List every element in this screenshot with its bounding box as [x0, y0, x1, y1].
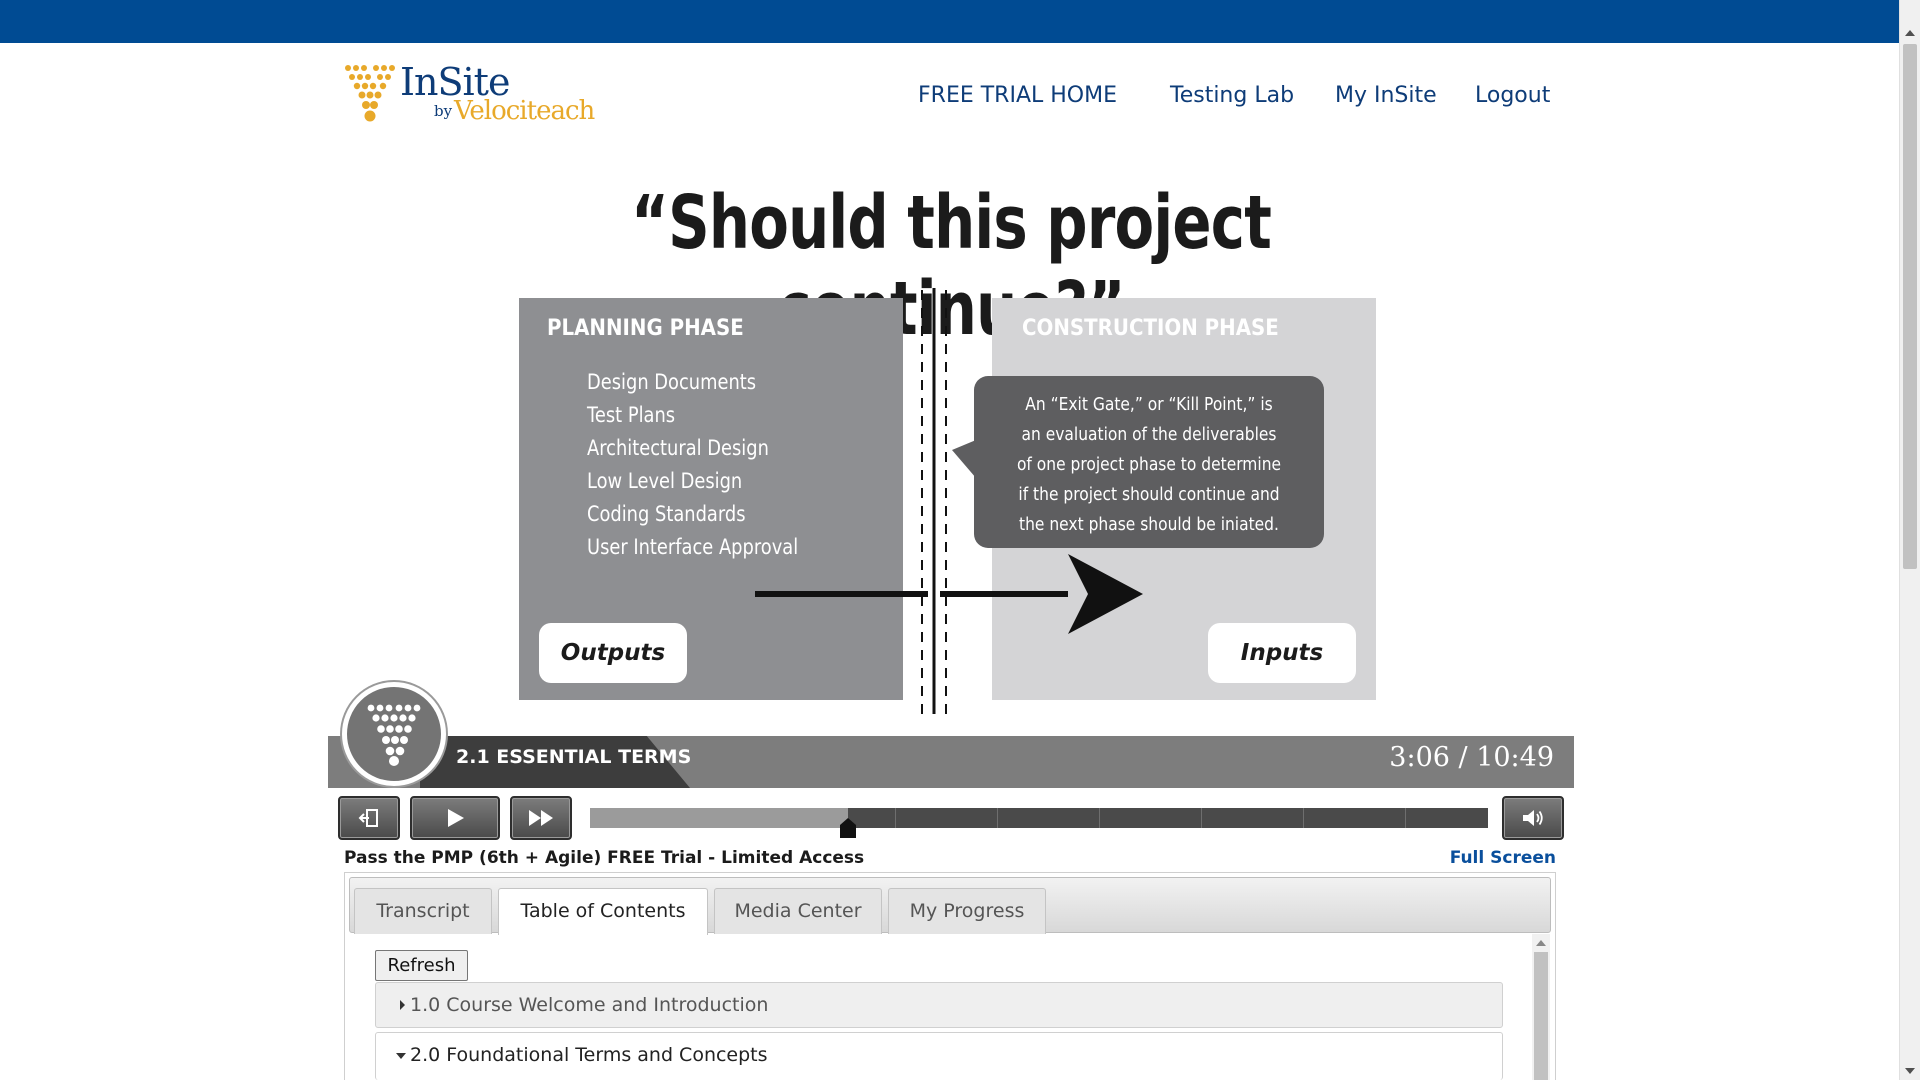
toc-section-label: 1.0 Course Welcome and Introduction: [410, 994, 769, 1016]
exit-button[interactable]: [338, 796, 400, 840]
toc-section-label: 2.0 Foundational Terms and Concepts: [410, 1044, 768, 1066]
lesson-title: 2.1 ESSENTIAL TERMS: [456, 746, 692, 768]
play-button[interactable]: [410, 796, 500, 840]
scroll-up-arrow-icon[interactable]: [1905, 30, 1915, 36]
seek-bar[interactable]: [590, 808, 1488, 838]
course-title: Pass the PMP (6th + Agile) FREE Trial - …: [344, 848, 865, 868]
fast-forward-button[interactable]: [510, 796, 572, 840]
exit-gate-callout: An “Exit Gate,” or “Kill Point,” is an e…: [974, 376, 1324, 548]
seek-tick: [1303, 808, 1304, 828]
scroll-down-arrow-icon[interactable]: [1905, 1068, 1915, 1074]
full-screen-link[interactable]: Full Screen: [1450, 848, 1556, 868]
volume-button[interactable]: [1502, 796, 1564, 840]
caret-down-icon: [396, 1053, 406, 1059]
nav-logout[interactable]: Logout: [1475, 83, 1550, 108]
page-scrollbar[interactable]: [1899, 0, 1920, 1080]
fast-forward-icon: [512, 798, 570, 838]
caret-right-icon: [400, 1000, 405, 1010]
play-icon: [412, 798, 498, 838]
tab-bar: Transcript Table of Contents Media Cente…: [349, 877, 1551, 935]
seek-tick: [1405, 808, 1406, 828]
top-banner: [0, 0, 1920, 43]
toc-section-2[interactable]: 2.0 Foundational Terms and Concepts: [375, 1032, 1503, 1080]
tab-media-center[interactable]: Media Center: [714, 888, 882, 934]
video-slide[interactable]: “Should this project continue?” PLANNING…: [328, 140, 1574, 736]
seek-bar-fill: [590, 808, 848, 828]
toc-section-1[interactable]: 1.0 Course Welcome and Introduction: [375, 982, 1503, 1028]
nav-testing-lab[interactable]: Testing Lab: [1170, 83, 1294, 108]
scroll-thumb[interactable]: [1534, 952, 1548, 1080]
lesson-bar: 2.1 ESSENTIAL TERMS 3:06 / 10:49: [328, 736, 1574, 788]
scroll-up-arrow-icon[interactable]: [1536, 940, 1546, 946]
phase-gate-diagram: [755, 288, 1143, 714]
toc-scrollbar[interactable]: [1532, 934, 1550, 1080]
volume-icon: [1504, 798, 1562, 838]
tab-table-of-contents[interactable]: Table of Contents: [498, 888, 708, 935]
seek-tick: [997, 808, 998, 828]
nav-my-insite[interactable]: My InSite: [1335, 83, 1437, 108]
v-badge-icon: [367, 704, 421, 766]
arrow-head-icon: [1068, 554, 1143, 634]
velociteach-badge: [342, 682, 446, 786]
callout-tail: [952, 440, 976, 478]
playback-time: 3:06 / 10:49: [1389, 742, 1554, 773]
main-nav: FREE TRIAL HOME Testing Lab My InSite Lo…: [0, 83, 1920, 111]
tab-my-progress[interactable]: My Progress: [888, 888, 1046, 934]
seek-tick: [1099, 808, 1100, 828]
nav-free-trial-home[interactable]: FREE TRIAL HOME: [918, 83, 1117, 108]
seek-tick: [1201, 808, 1202, 828]
scroll-thumb[interactable]: [1903, 44, 1917, 569]
refresh-button[interactable]: Refresh: [375, 950, 468, 981]
exit-icon: [340, 798, 398, 838]
player-controls: [338, 796, 1564, 840]
tab-transcript[interactable]: Transcript: [354, 888, 492, 934]
callout-text: An “Exit Gate,” or “Kill Point,” is an e…: [1016, 394, 1282, 535]
seek-tick: [895, 808, 896, 828]
